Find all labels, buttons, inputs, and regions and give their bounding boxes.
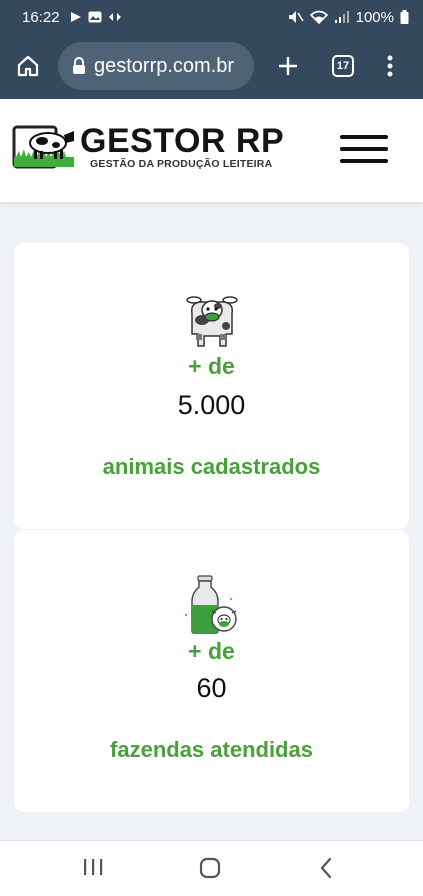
stat-value: 5.000 xyxy=(177,390,246,420)
browser-toolbar: gestorrp.com.br 17 xyxy=(0,34,423,99)
url-bar[interactable]: gestorrp.com.br xyxy=(58,42,254,90)
stat-prefix: + de xyxy=(188,638,235,664)
stat-label: animais cadastrados xyxy=(102,454,321,479)
plus-icon xyxy=(279,57,297,75)
url-text: gestorrp.com.br xyxy=(94,54,235,77)
android-nav-bar xyxy=(0,840,423,896)
site-header: GESTOR RP GESTÃO DA PRODUÇÃO LEITEIRA xyxy=(0,99,423,202)
tabs-button[interactable]: 17 xyxy=(323,46,363,86)
stat-label: fazendas atendidas xyxy=(110,737,313,762)
milk-bottle-icon xyxy=(184,575,237,634)
hamburger-line xyxy=(340,135,388,139)
logo-cow-icon xyxy=(12,125,74,169)
home-button[interactable] xyxy=(8,46,48,86)
mute-icon xyxy=(288,11,304,23)
home-circle-icon xyxy=(199,857,221,879)
hamburger-menu-button[interactable] xyxy=(340,135,388,165)
signal-icon xyxy=(334,11,349,23)
back-icon xyxy=(320,857,332,879)
back-button[interactable] xyxy=(318,857,334,884)
logo-subtitle: GESTÃO DA PRODUÇÃO LEITEIRA xyxy=(90,158,273,170)
android-home-button[interactable] xyxy=(199,857,221,884)
battery-percent: 100% xyxy=(355,8,394,26)
stat-value: 60 xyxy=(196,673,227,703)
logo-title: GESTOR RP xyxy=(80,122,285,160)
status-time: 16:22 xyxy=(22,8,60,26)
new-tab-button[interactable] xyxy=(268,46,308,86)
logo-text: GESTOR RP GESTÃO DA PRODUÇÃO LEITEIRA xyxy=(80,124,284,170)
stat-card-animals: + de 5.000 animais cadastrados xyxy=(14,243,409,529)
hamburger-line xyxy=(340,159,388,163)
notification-icons xyxy=(70,11,122,23)
recents-button[interactable] xyxy=(82,857,104,882)
gallery-icon xyxy=(88,11,102,23)
wifi-icon xyxy=(309,10,328,24)
data-saver-icon xyxy=(108,13,121,21)
battery-icon xyxy=(400,10,409,24)
tab-count: 17 xyxy=(332,55,354,77)
stat-prefix: + de xyxy=(188,353,235,379)
more-vertical-icon xyxy=(387,55,393,77)
recents-icon xyxy=(84,859,103,875)
home-icon xyxy=(17,55,39,77)
cow-icon xyxy=(185,296,238,347)
hamburger-line xyxy=(340,147,388,151)
stat-card-farms: + de 60 fazendas atendidas xyxy=(14,530,409,812)
play-store-icon xyxy=(70,12,81,22)
system-icons: 100% xyxy=(288,9,409,26)
site-logo[interactable]: GESTOR RP GESTÃO DA PRODUÇÃO LEITEIRA xyxy=(12,123,284,171)
browser-menu-button[interactable] xyxy=(370,46,410,86)
status-bar: 16:22 100% xyxy=(0,0,423,34)
lock-icon xyxy=(73,57,85,74)
